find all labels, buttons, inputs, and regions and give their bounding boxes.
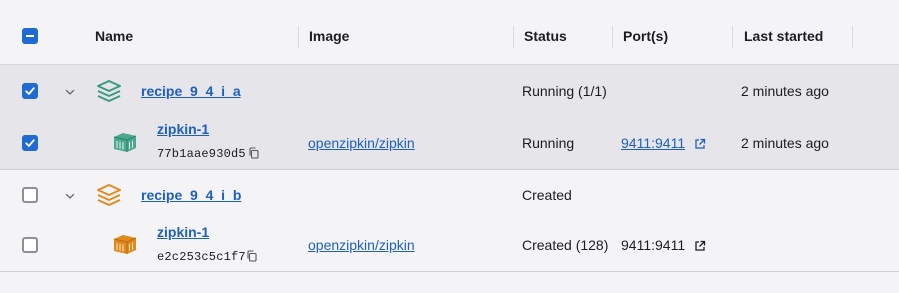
column-divider[interactable] bbox=[298, 26, 299, 48]
column-header-image[interactable]: Image bbox=[309, 0, 349, 64]
port-link[interactable]: 9411:9411 bbox=[621, 135, 685, 151]
image-link[interactable]: openzipkin/zipkin bbox=[308, 135, 415, 151]
select-all-checkbox[interactable] bbox=[22, 28, 38, 44]
column-divider[interactable] bbox=[852, 26, 853, 48]
group-last-started: 2 minutes ago bbox=[741, 83, 829, 99]
container-status: Created (128) bbox=[522, 237, 609, 253]
table-header: Name Image Status Port(s) Last started bbox=[0, 0, 899, 65]
container-id: e2c253c5c1f7 bbox=[157, 250, 246, 264]
container-icon bbox=[113, 235, 137, 254]
column-divider[interactable] bbox=[732, 26, 733, 48]
chevron-down-icon[interactable] bbox=[64, 190, 76, 202]
column-header-name[interactable]: Name bbox=[95, 0, 133, 64]
container-last-started: 2 minutes ago bbox=[741, 135, 829, 151]
column-divider[interactable] bbox=[612, 26, 613, 48]
container-status: Running bbox=[522, 135, 575, 151]
group-checkbox[interactable] bbox=[22, 187, 38, 203]
container-id: 77b1aae930d5 bbox=[157, 147, 246, 161]
external-link-icon[interactable] bbox=[694, 240, 706, 252]
column-header-status[interactable]: Status bbox=[524, 0, 567, 64]
checkmark-icon bbox=[25, 139, 35, 147]
column-header-last-started[interactable]: Last started bbox=[744, 0, 823, 64]
chevron-down-icon[interactable] bbox=[64, 86, 76, 98]
group-status: Created bbox=[522, 187, 572, 203]
container-name-link[interactable]: zipkin-1 bbox=[157, 224, 209, 240]
indeterminate-icon bbox=[26, 35, 34, 37]
container-checkbox[interactable] bbox=[22, 237, 38, 253]
group-name-link[interactable]: recipe_9_4_i_b bbox=[141, 187, 241, 203]
image-link[interactable]: openzipkin/zipkin bbox=[308, 237, 415, 253]
port-mapping: 9411:9411 bbox=[621, 237, 686, 253]
external-link-icon[interactable] bbox=[694, 138, 706, 150]
copy-icon[interactable] bbox=[248, 147, 260, 159]
container-name-link[interactable]: zipkin-1 bbox=[157, 121, 209, 137]
checkmark-icon bbox=[25, 87, 35, 95]
group-checkbox[interactable] bbox=[22, 83, 38, 99]
column-header-ports[interactable]: Port(s) bbox=[623, 0, 668, 64]
stack-icon bbox=[97, 184, 121, 206]
group-name-link[interactable]: recipe_9_4_i_a bbox=[141, 83, 241, 99]
copy-icon[interactable] bbox=[246, 250, 258, 262]
container-checkbox[interactable] bbox=[22, 135, 38, 151]
stack-icon bbox=[97, 80, 121, 102]
container-icon bbox=[113, 133, 137, 152]
group-status: Running (1/1) bbox=[522, 83, 607, 99]
column-divider[interactable] bbox=[513, 26, 514, 48]
row-divider bbox=[0, 169, 899, 170]
row-divider bbox=[0, 271, 899, 272]
